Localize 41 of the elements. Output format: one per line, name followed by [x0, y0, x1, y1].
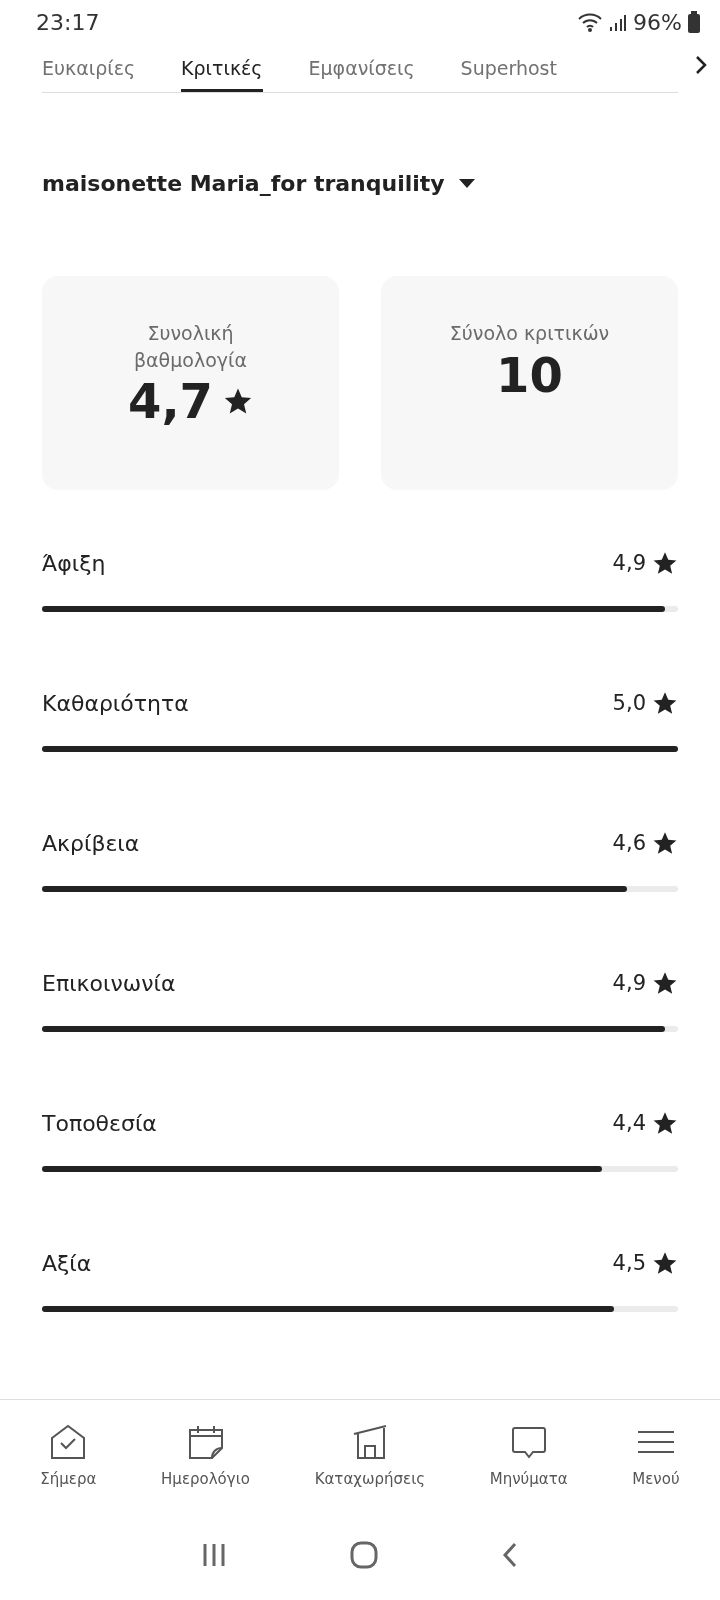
recent-apps-icon[interactable]	[201, 1542, 228, 1568]
battery-icon	[688, 11, 700, 33]
nav-label[interactable]: Ημερολόγιο	[161, 1470, 250, 1488]
status-time: 23:17	[36, 9, 100, 35]
nav-label[interactable]: Καταχωρήσεις	[314, 1470, 425, 1488]
category-score: 4,9	[612, 971, 646, 995]
category-score: 4,4	[612, 1111, 646, 1135]
category-score: 4,6	[612, 831, 646, 855]
star-icon	[652, 690, 678, 716]
category-name: Άφιξη	[42, 550, 106, 576]
category-score: 4,9	[612, 551, 646, 575]
tab[interactable]: Εμφανίσεις	[308, 57, 415, 92]
category-score: 5,0	[612, 691, 646, 715]
tab[interactable]: Superhost	[460, 57, 557, 92]
nav-label[interactable]: Μηνύματα	[489, 1470, 568, 1488]
nav-label[interactable]: Μενού	[632, 1470, 680, 1488]
wifi-icon	[577, 11, 604, 33]
star-icon	[652, 970, 678, 996]
battery-level: 96%	[633, 9, 682, 35]
star-icon	[652, 1110, 678, 1136]
nav-label[interactable]: Σήμερα	[40, 1470, 97, 1488]
category-name: Αξία	[42, 1250, 92, 1276]
back-icon[interactable]	[500, 1541, 519, 1569]
chevron-right-icon[interactable]	[694, 54, 708, 76]
star-icon	[652, 1250, 678, 1276]
category-score: 4,5	[612, 1251, 646, 1275]
dropdown-caret-icon[interactable]	[458, 178, 475, 189]
category-name: Ακρίβεια	[42, 830, 140, 856]
tab[interactable]: Κριτικές	[181, 57, 263, 92]
category-name: Τοποθεσία	[42, 1110, 157, 1136]
star-icon	[652, 830, 678, 856]
card-value: 10	[496, 346, 563, 403]
card-value: 4,7	[128, 373, 213, 430]
listing-title[interactable]: maisonette Maria_for tranquility	[42, 171, 445, 196]
tab[interactable]: Ευκαιρίες	[42, 57, 136, 92]
card-label: Συνολική βαθμολογία	[132, 321, 249, 373]
category-name: Επικοινωνία	[42, 970, 176, 996]
category-name: Καθαριότητα	[42, 690, 189, 716]
card-label: Σύνολο κριτικών	[449, 321, 610, 346]
home-icon[interactable]	[350, 1541, 378, 1569]
star-icon	[652, 550, 678, 576]
